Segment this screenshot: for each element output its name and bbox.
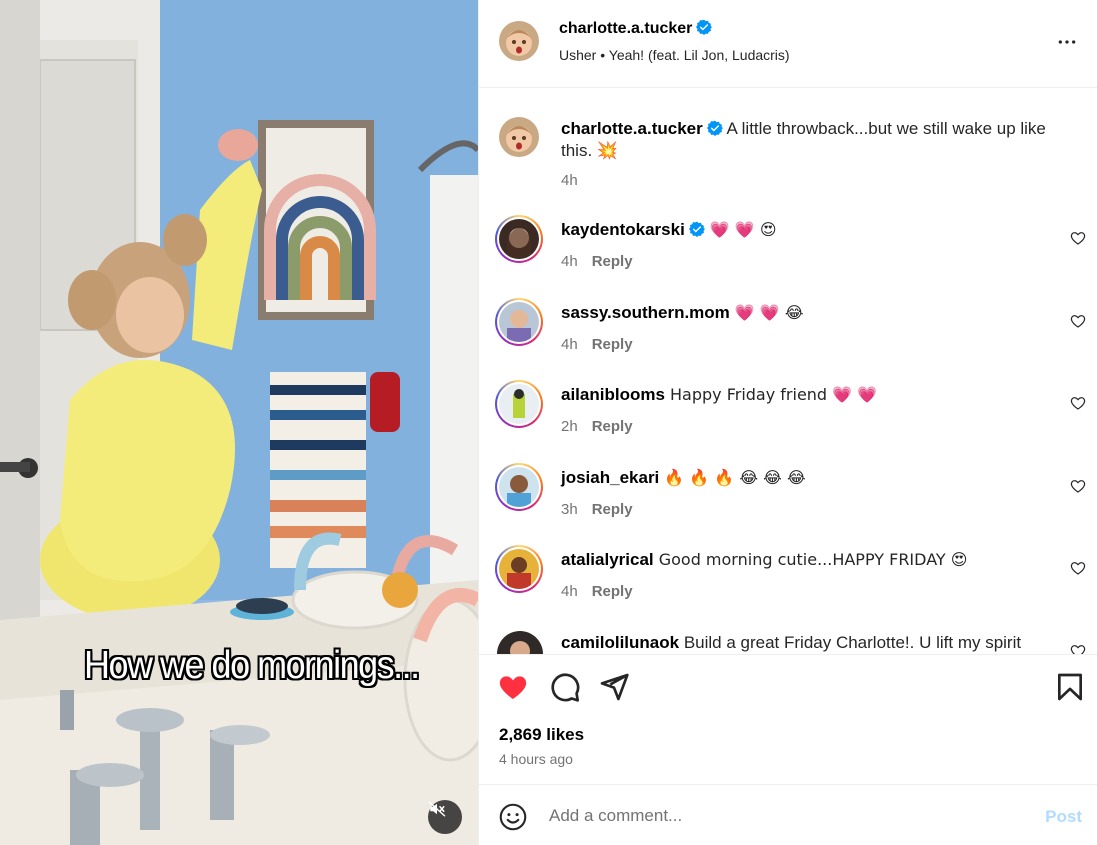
comment-meta: 2h Reply (561, 418, 633, 435)
comment-text: ailaniblooms Happy Friday friend 💗 💗 (561, 384, 1061, 406)
caption-username[interactable]: charlotte.a.tucker (561, 119, 703, 138)
comment-meta: 3h Reply (561, 501, 633, 518)
commenter-avatar[interactable] (497, 631, 543, 654)
comment-body: Good morning cutie...HAPPY FRIDAY 😍 (653, 550, 968, 569)
commenter-avatar[interactable] (495, 463, 543, 511)
comment-body: 🔥 🔥 🔥 😂 😂 😂 (659, 468, 806, 487)
comment-body: 💗 💗 😍 (704, 220, 777, 239)
mute-button[interactable] (428, 800, 462, 834)
comment-meta: 4h Reply (561, 583, 633, 600)
caption-time: 4h (561, 172, 578, 189)
comment-text: atalialyrical Good morning cutie...HAPPY… (561, 549, 1061, 571)
comment-username[interactable]: ailaniblooms (561, 385, 665, 404)
caption-timestamp: 4h (561, 172, 578, 189)
like-comment-heart-icon[interactable] (1070, 395, 1086, 411)
video-player[interactable]: How we do mornings... (0, 0, 478, 845)
comment-text: sassy.southern.mom 💗 💗 😂 (561, 302, 1061, 324)
comment-text: josiah_ekari 🔥 🔥 🔥 😂 😂 😂 (561, 467, 1061, 489)
comment-meta: 4h Reply (561, 336, 633, 353)
reply-button[interactable]: Reply (592, 501, 633, 518)
verified-badge-icon (706, 120, 723, 136)
author-username[interactable]: charlotte.a.tucker (559, 19, 713, 38)
commenter-avatar[interactable] (495, 215, 543, 263)
comment-username[interactable]: sassy.southern.mom (561, 303, 730, 322)
commenter-avatar[interactable] (495, 545, 543, 593)
like-comment-heart-icon[interactable] (1070, 643, 1086, 654)
verified-badge-icon (696, 19, 713, 35)
comment-username[interactable]: josiah_ekari (561, 468, 659, 487)
reply-button[interactable]: Reply (592, 336, 633, 353)
post-header: charlotte.a.tucker Usher • Yeah! (feat. … (479, 0, 1097, 88)
comment-icon[interactable] (549, 671, 581, 703)
comment-text: kaydentokarski 💗 💗 😍 (561, 219, 1061, 241)
instagram-post-view: How we do mornings... charlotte.a.tucker… (0, 0, 1097, 845)
comment-time: 2h (561, 418, 578, 435)
post-timestamp[interactable]: 4 hours ago (499, 751, 573, 767)
like-comment-heart-icon[interactable] (1070, 478, 1086, 494)
comment-text: camilolilunaok Build a great Friday Char… (561, 632, 1061, 654)
bookmark-icon[interactable] (1054, 671, 1086, 703)
comment-body: Happy Friday friend 💗 💗 (664, 385, 878, 404)
like-comment-heart-icon[interactable] (1070, 230, 1086, 246)
author-username-text[interactable]: charlotte.a.tucker (559, 20, 692, 37)
add-comment-bar: Post (479, 784, 1097, 845)
caption-text: charlotte.a.tucker A little throwback...… (561, 118, 1061, 162)
likes-count[interactable]: 2,869 likes (499, 725, 584, 745)
share-icon[interactable] (598, 671, 630, 703)
comment-username[interactable]: camilolilunaok (561, 633, 679, 652)
comment-input[interactable] (549, 803, 1009, 829)
audio-track-link[interactable]: Usher • Yeah! (feat. Lil Jon, Ludacris) (559, 47, 790, 63)
comment-time: 4h (561, 253, 578, 270)
like-comment-heart-icon[interactable] (1070, 560, 1086, 576)
reply-button[interactable]: Reply (592, 253, 633, 270)
commenter-avatar[interactable] (495, 380, 543, 428)
like-comment-heart-icon[interactable] (1070, 313, 1086, 329)
comments-list[interactable]: charlotte.a.tucker A little throwback...… (479, 89, 1097, 654)
author-avatar[interactable] (499, 21, 539, 61)
post-actions: 2,869 likes 4 hours ago (479, 654, 1097, 784)
reply-button[interactable]: Reply (592, 583, 633, 600)
comment-body: Build a great Friday Charlotte!. U lift … (679, 633, 1022, 652)
reply-button[interactable]: Reply (592, 418, 633, 435)
caption-author-avatar[interactable] (499, 117, 539, 157)
heart-filled-icon[interactable] (497, 671, 529, 703)
comment-meta: 4h Reply (561, 253, 633, 270)
commenter-avatar[interactable] (495, 298, 543, 346)
comment-time: 3h (561, 501, 578, 518)
video-frame (0, 0, 478, 845)
post-side-panel: charlotte.a.tucker Usher • Yeah! (feat. … (478, 0, 1097, 845)
more-options-icon[interactable] (1056, 32, 1078, 52)
volume-muted-icon (428, 801, 446, 817)
comment-username[interactable]: kaydentokarski (561, 220, 685, 239)
video-caption-overlay: How we do mornings... (84, 642, 420, 687)
comment-time: 4h (561, 336, 578, 353)
comment-username[interactable]: atalialyrical (561, 550, 654, 569)
verified-badge-icon (688, 221, 705, 237)
emoji-icon[interactable] (499, 803, 527, 831)
comment-body: 💗 💗 😂 (729, 303, 804, 322)
post-comment-button[interactable]: Post (1045, 807, 1082, 827)
comment-time: 4h (561, 583, 578, 600)
